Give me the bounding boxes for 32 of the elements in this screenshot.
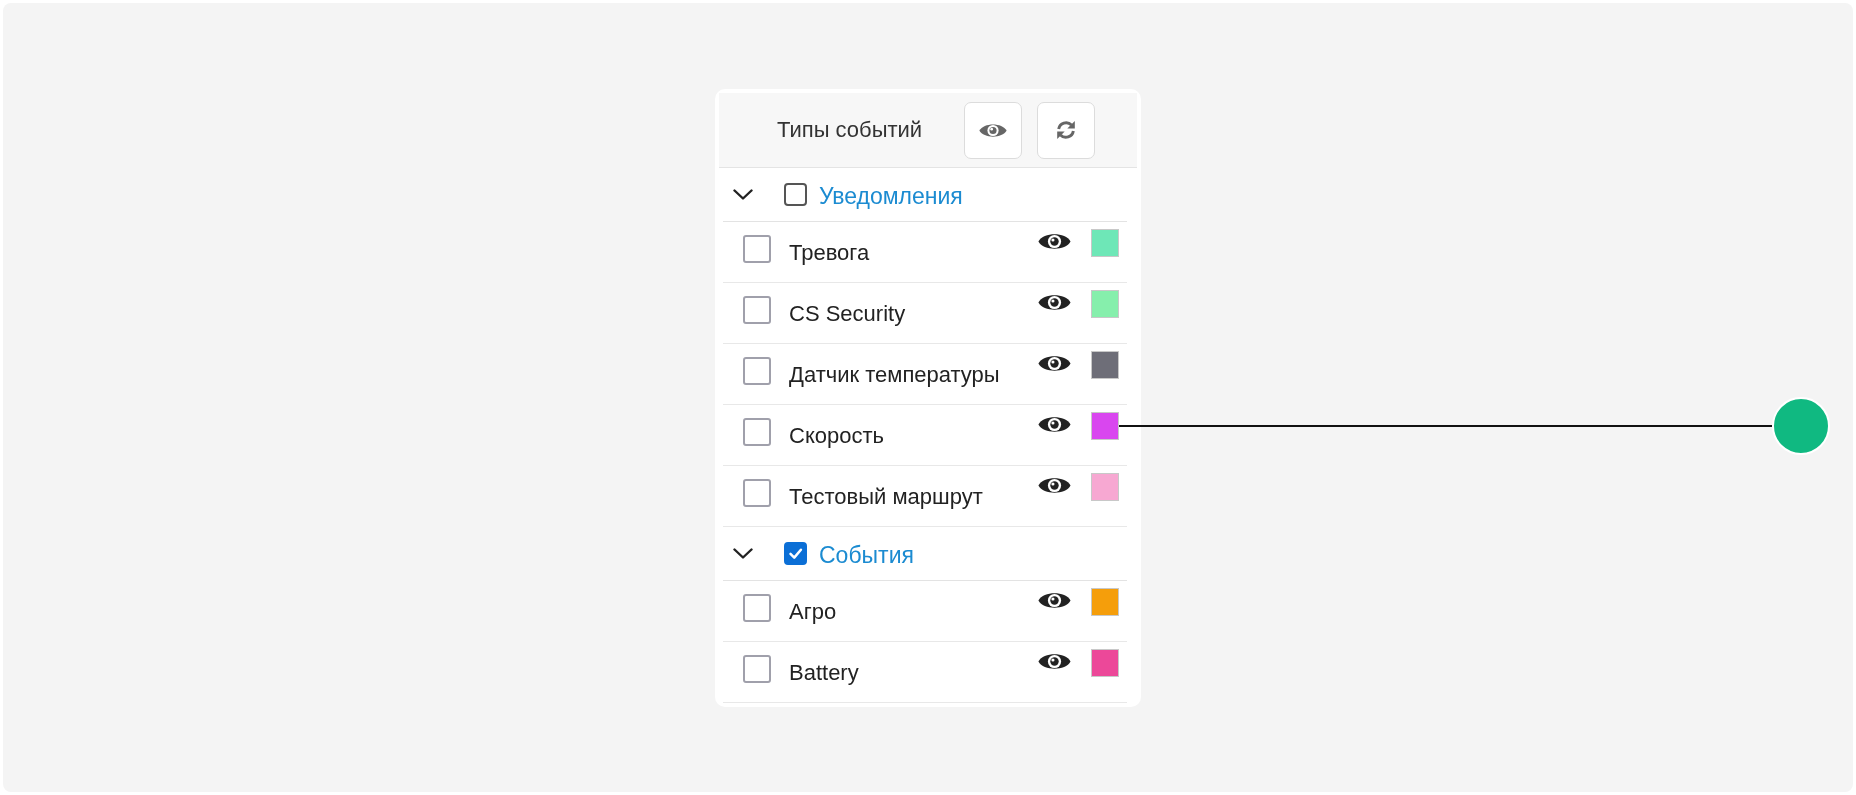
- refresh-button[interactable]: [1037, 101, 1096, 159]
- item-checkbox[interactable]: [743, 479, 771, 507]
- item-checkbox[interactable]: [743, 655, 771, 683]
- panel-title: Типы событий: [777, 117, 923, 143]
- group-checkbox[interactable]: [784, 542, 807, 565]
- item-checkbox[interactable]: [743, 357, 771, 385]
- check-icon: [788, 546, 803, 561]
- group-checkbox[interactable]: [784, 183, 807, 206]
- item-label: CS Security: [789, 301, 907, 327]
- item-checkbox[interactable]: [743, 594, 771, 622]
- chevron-icon[interactable]: [733, 548, 753, 559]
- item-label: Скорость: [789, 423, 885, 449]
- group-label[interactable]: События: [819, 538, 914, 569]
- item-label: Агро: [789, 599, 838, 625]
- item-checkbox[interactable]: [743, 296, 771, 324]
- visibility-button[interactable]: [964, 101, 1023, 159]
- item-checkbox[interactable]: [743, 418, 771, 446]
- swatch-icon[interactable]: [1091, 588, 1119, 616]
- swatch-icon[interactable]: [1091, 473, 1119, 501]
- swatch-icon[interactable]: [1091, 351, 1119, 379]
- swatch-icon[interactable]: [1091, 649, 1119, 677]
- item-label: Датчик температуры: [789, 362, 1001, 388]
- group-label[interactable]: Уведомления: [819, 179, 963, 210]
- chevron-icon[interactable]: [733, 189, 753, 200]
- item-checkbox[interactable]: [743, 235, 771, 263]
- item-label: Тревога: [789, 240, 871, 266]
- swatch-icon[interactable]: [1091, 229, 1119, 257]
- item-label: Тестовый маршрут: [789, 484, 984, 510]
- item-label: Battery: [789, 660, 860, 686]
- swatch-icon[interactable]: [1091, 412, 1119, 440]
- refresh-icon: [1055, 119, 1078, 141]
- swatch-icon[interactable]: [1091, 290, 1119, 318]
